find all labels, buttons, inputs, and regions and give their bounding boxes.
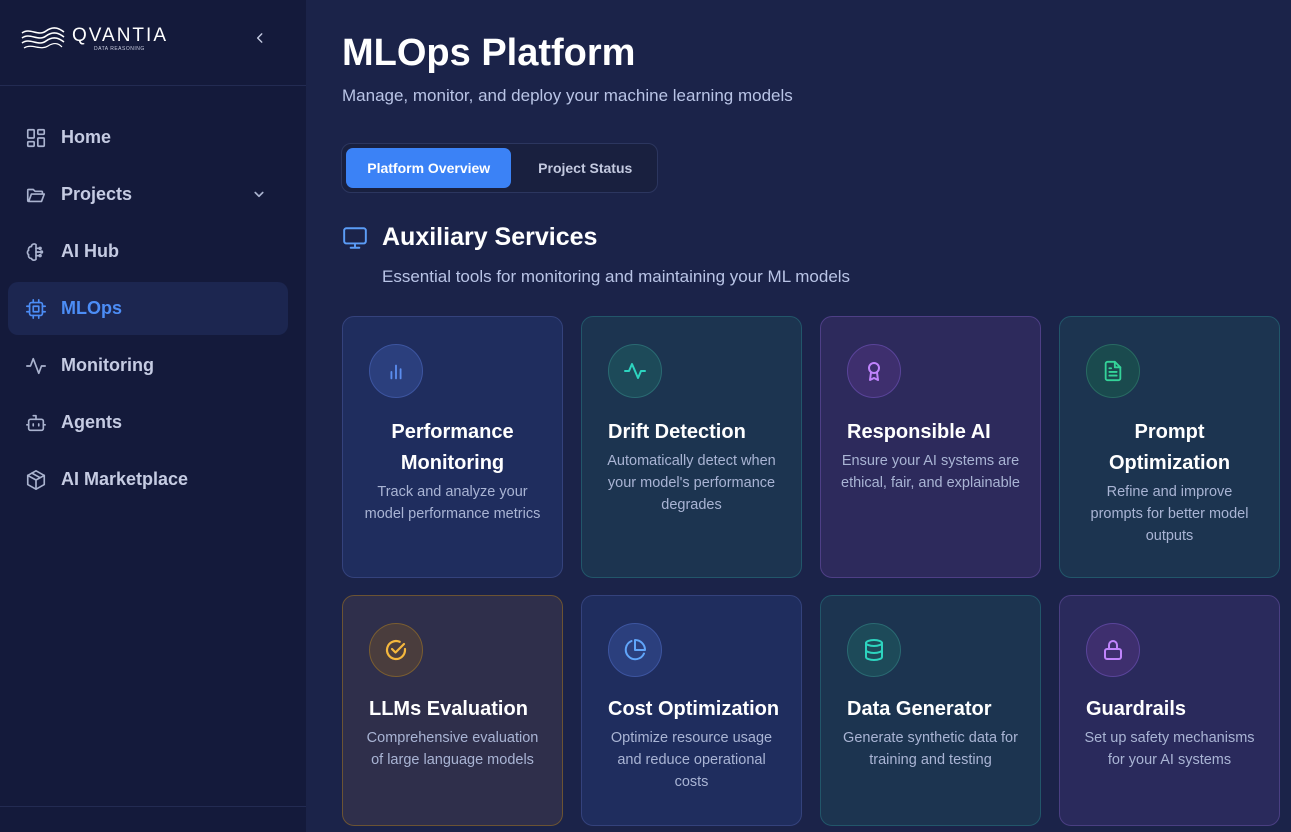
card-description: Ensure your AI systems are ethical, fair… [841, 453, 1020, 491]
card-title: Responsible AI [847, 421, 991, 443]
sidebar: QVANTIA DATA REASONING Home Projects AI … [0, 0, 306, 832]
check-circle-icon [369, 623, 423, 677]
cpu-icon [24, 297, 48, 321]
bot-icon [24, 411, 48, 435]
card-drift-detection[interactable]: Drift Detection Automatically detect whe… [581, 316, 802, 578]
sidebar-item-home[interactable]: Home [8, 111, 288, 164]
lock-icon [1086, 623, 1140, 677]
sidebar-item-label: Projects [61, 184, 133, 204]
sidebar-item-label: Monitoring [61, 355, 154, 375]
service-cards-grid: Performance Monitoring Track and analyze… [342, 316, 1280, 826]
sidebar-footer [0, 806, 306, 832]
sidebar-item-mlops[interactable]: MLOps [8, 282, 288, 335]
main-content: MLOps Platform Manage, monitor, and depl… [306, 0, 1291, 832]
card-guardrails[interactable]: Guardrails Set up safety mechanisms for … [1059, 595, 1280, 826]
sidebar-item-ai-hub[interactable]: AI Hub [8, 225, 288, 278]
activity-icon [608, 344, 662, 398]
page-subtitle: Manage, monitor, and deploy your machine… [342, 86, 793, 105]
card-description: Set up safety mechanisms for your AI sys… [1084, 730, 1255, 768]
sidebar-item-agents[interactable]: Agents [8, 396, 288, 449]
view-tabs: Platform Overview Project Status [341, 143, 658, 193]
card-title: Performance Monitoring [391, 421, 514, 474]
brain-icon [24, 240, 48, 264]
folder-icon [24, 183, 48, 207]
sidebar-item-label: AI Hub [61, 241, 119, 261]
qvantia-logo-icon [21, 27, 65, 49]
card-data-generator[interactable]: Data Generator Generate synthetic data f… [820, 595, 1041, 826]
card-title: Guardrails [1086, 698, 1187, 720]
card-description: Generate synthetic data for training and… [843, 730, 1018, 768]
section-subtitle: Essential tools for monitoring and maint… [382, 267, 851, 286]
card-title: Prompt Optimization [1108, 421, 1231, 474]
award-icon [847, 344, 901, 398]
file-text-icon [1086, 344, 1140, 398]
sidebar-item-label: Home [61, 127, 112, 147]
chevron-down-icon[interactable] [250, 185, 268, 203]
sidebar-item-label: Agents [61, 412, 123, 432]
brand-name: QVANTIA [72, 25, 168, 46]
activity-icon [24, 354, 48, 378]
card-llms-evaluation[interactable]: LLMs Evaluation Comprehensive evaluation… [342, 595, 563, 826]
layout-grid-icon [24, 126, 48, 150]
card-performance-monitoring[interactable]: Performance Monitoring Track and analyze… [342, 316, 563, 578]
tab-platform-overview[interactable]: Platform Overview [346, 148, 512, 188]
card-title: Data Generator [847, 698, 992, 720]
card-description: Track and analyze your model performance… [364, 484, 541, 522]
monitor-icon [343, 227, 367, 249]
pie-chart-icon [608, 623, 662, 677]
card-cost-optimization[interactable]: Cost Optimization Optimize resource usag… [581, 595, 802, 826]
collapse-sidebar-button[interactable] [250, 28, 270, 48]
sidebar-item-label: AI Marketplace [61, 469, 189, 489]
card-prompt-optimization[interactable]: Prompt Optimization Refine and improve p… [1059, 316, 1280, 578]
brand: QVANTIA DATA REASONING [0, 0, 306, 86]
chevron-left-icon [256, 33, 263, 43]
tab-project-status[interactable]: Project Status [517, 148, 653, 188]
page-title: MLOps Platform [342, 32, 636, 74]
sidebar-item-ai-marketplace[interactable]: AI Marketplace [8, 453, 288, 506]
card-description: Comprehensive evaluation of large langua… [366, 730, 539, 768]
section-title: Auxiliary Services [382, 223, 598, 251]
database-icon [847, 623, 901, 677]
card-description: Refine and improve prompts for better mo… [1090, 484, 1249, 544]
sidebar-item-monitoring[interactable]: Monitoring [8, 339, 288, 392]
brand-tagline: DATA REASONING [94, 46, 145, 52]
card-responsible-ai[interactable]: Responsible AI Ensure your AI systems ar… [820, 316, 1041, 578]
bar-chart-icon [369, 344, 423, 398]
card-title: LLMs Evaluation [369, 698, 528, 720]
card-description: Optimize resource usage and reduce opera… [610, 730, 773, 790]
sidebar-nav: Home Projects AI Hub MLOps Monitoring Ag… [8, 111, 288, 510]
card-title: Cost Optimization [608, 698, 780, 720]
card-description: Automatically detect when your model's p… [607, 453, 776, 513]
sidebar-item-label: MLOps [61, 298, 122, 318]
package-icon [24, 468, 48, 492]
card-title: Drift Detection [608, 421, 746, 443]
sidebar-item-projects[interactable]: Projects [8, 168, 288, 221]
